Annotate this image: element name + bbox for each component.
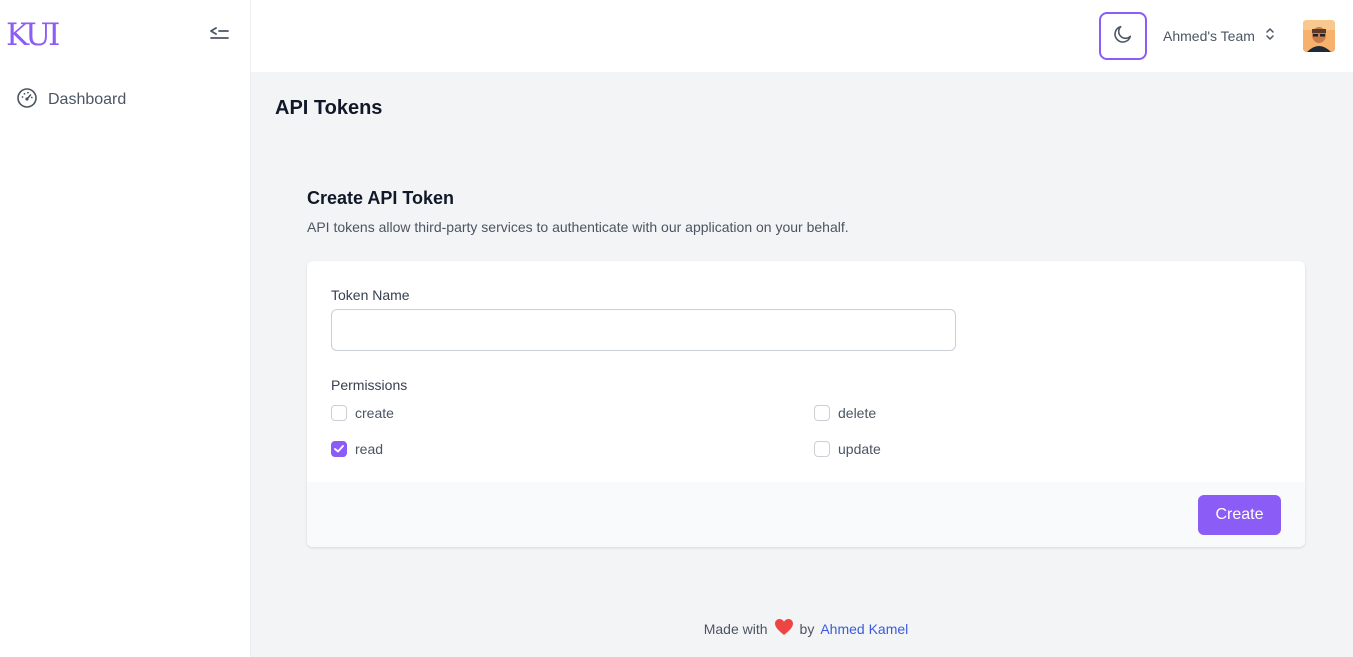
chevron-up-down-icon bbox=[1265, 27, 1275, 46]
permission-label: read bbox=[355, 441, 384, 457]
permission-delete-checkbox[interactable]: delete bbox=[814, 405, 876, 421]
user-avatar[interactable] bbox=[1303, 20, 1335, 52]
collapse-left-icon bbox=[209, 26, 229, 47]
create-token-card: Token Name Permissions create delete rea… bbox=[307, 261, 1305, 547]
permission-update-checkbox[interactable]: update bbox=[814, 441, 881, 457]
checkmark-icon bbox=[334, 440, 344, 458]
sidebar-item-dashboard[interactable]: Dashboard bbox=[16, 87, 127, 114]
permission-label: create bbox=[355, 405, 394, 421]
permission-create-checkbox[interactable]: create bbox=[331, 405, 394, 421]
team-switcher[interactable]: Ahmed's Team bbox=[1163, 25, 1275, 47]
author-link[interactable]: Ahmed Kamel bbox=[820, 621, 908, 637]
main-content: API Tokens Create API Token API tokens a… bbox=[251, 72, 1353, 657]
permission-label: update bbox=[838, 441, 881, 457]
heart-icon bbox=[774, 618, 794, 639]
dashboard-gauge-icon bbox=[16, 87, 38, 114]
card-footer: Create bbox=[307, 482, 1305, 547]
footer-prefix: Made with bbox=[703, 620, 768, 637]
permissions-label: Permissions bbox=[331, 377, 408, 393]
sidebar: KUI Dashboard bbox=[0, 0, 251, 657]
page-footer: Made with by Ahmed Kamel bbox=[251, 618, 1353, 639]
app: KUI Dashboard Ahmed's Team API Tokens Cr… bbox=[0, 0, 1353, 657]
checkbox-box[interactable] bbox=[331, 441, 347, 457]
permission-label: delete bbox=[838, 405, 877, 421]
team-name: Ahmed's Team bbox=[1163, 28, 1255, 44]
moon-icon bbox=[1112, 23, 1134, 50]
checkbox-box[interactable] bbox=[814, 405, 830, 421]
token-name-input[interactable] bbox=[331, 309, 956, 351]
theme-toggle-button[interactable] bbox=[1099, 12, 1147, 60]
permission-read-checkbox[interactable]: read bbox=[331, 441, 383, 457]
section-title: Create API Token bbox=[307, 188, 455, 208]
checkbox-box[interactable] bbox=[814, 441, 830, 457]
topbar: Ahmed's Team bbox=[251, 0, 1353, 72]
create-button[interactable]: Create bbox=[1198, 495, 1281, 535]
sidebar-item-label: Dashboard bbox=[48, 91, 127, 108]
section-description: API tokens allow third-party services to… bbox=[307, 219, 849, 235]
token-name-label: Token Name bbox=[331, 287, 410, 303]
sidebar-collapse-button[interactable] bbox=[206, 24, 232, 48]
logo[interactable]: KUI bbox=[6, 18, 60, 54]
footer-by: by bbox=[799, 620, 815, 637]
checkbox-box[interactable] bbox=[331, 405, 347, 421]
page-title: API Tokens bbox=[275, 97, 383, 119]
